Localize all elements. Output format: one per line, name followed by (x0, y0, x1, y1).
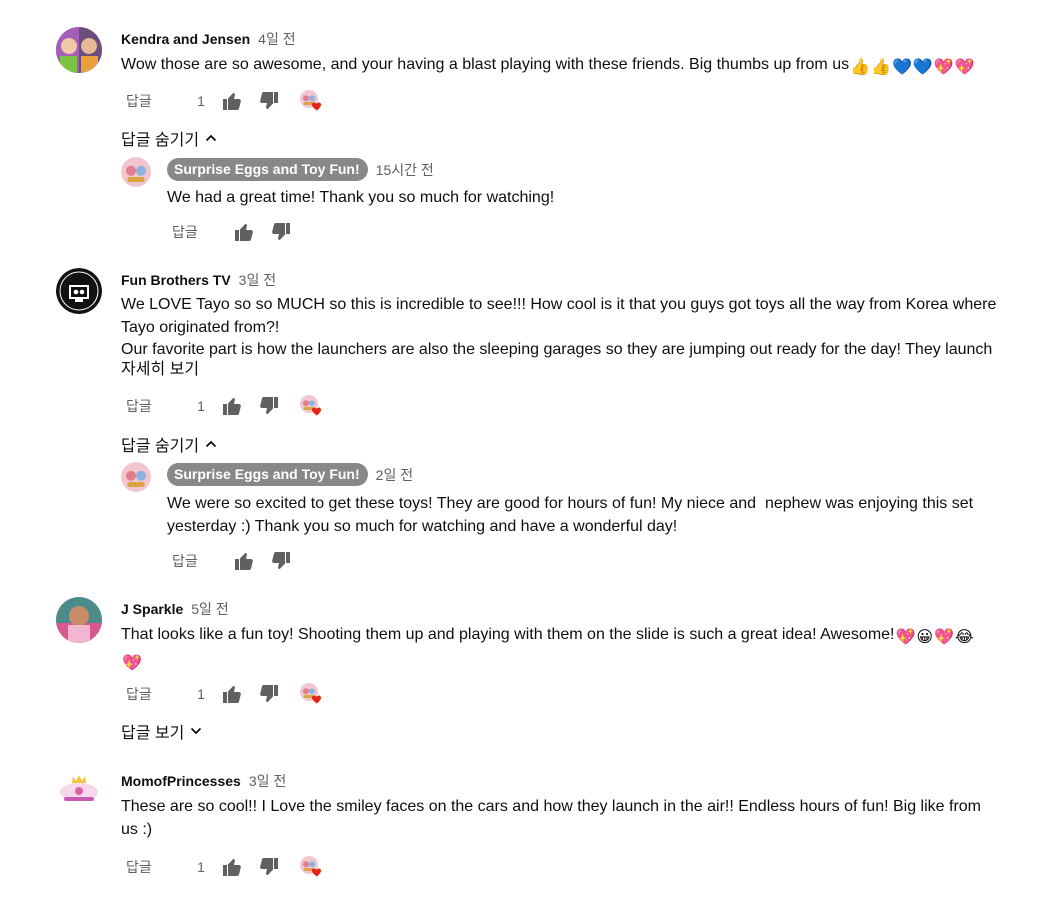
creator-author-chip[interactable]: Surprise Eggs and Toy Fun! (167, 158, 368, 181)
comment-text-body: That looks like a fun toy! Shooting them… (121, 626, 895, 643)
emoji-blue-heart-icon: 💙 (912, 59, 933, 76)
thumbs-down-icon[interactable] (269, 220, 293, 244)
like-count: 1 (197, 93, 205, 109)
creator-author-chip[interactable]: Surprise Eggs and Toy Fun! (167, 463, 368, 486)
hide-replies-label: 답글 숨기기 (121, 438, 200, 455)
reply-button[interactable]: 답글 (172, 551, 232, 571)
comment-actions: 답글 1 (126, 394, 322, 418)
read-more-link[interactable]: 자세히 보기 (121, 361, 199, 379)
emoji-heart-icon: 💖 (954, 59, 975, 76)
comment-author[interactable]: J Sparkle (121, 601, 183, 617)
thumbs-down-icon[interactable] (257, 855, 281, 879)
comment-timestamp[interactable]: 4일 전 (258, 29, 295, 49)
emoji-heart-icon: 💖 (895, 629, 916, 646)
comment-actions: 답글 1 (126, 855, 322, 879)
emoji-heart-icon: 💖 (122, 655, 142, 672)
reply-avatar[interactable] (121, 462, 151, 492)
comment-text: That looks like a fun toy! Shooting them… (121, 623, 1001, 675)
like-count: 1 (197, 398, 205, 414)
hide-replies-label: 답글 숨기기 (121, 132, 200, 149)
thumbs-down-icon[interactable] (269, 549, 293, 573)
thumbs-up-icon[interactable] (220, 394, 244, 418)
creator-heart-icon (300, 90, 322, 112)
thumbs-up-icon[interactable] (220, 89, 244, 113)
emoji-thumbs-up-icon: 👍 (871, 59, 891, 76)
comment-text: We LOVE Tayo so so MUCH so this is incre… (121, 296, 997, 358)
thumbs-down-icon[interactable] (257, 394, 281, 418)
commenter-avatar[interactable] (56, 769, 102, 815)
show-replies-label: 답글 보기 (121, 725, 185, 742)
comment-timestamp[interactable]: 3일 전 (249, 771, 286, 791)
reply-actions: 답글 (172, 549, 306, 573)
thumbs-down-icon[interactable] (257, 89, 281, 113)
thumbs-down-icon[interactable] (257, 682, 281, 706)
chevron-down-icon (191, 727, 202, 735)
comment-actions: 답글 1 (126, 682, 322, 706)
reply-text: We had a great time! Thank you so much f… (167, 189, 555, 206)
thumbs-up-icon[interactable] (220, 855, 244, 879)
hide-replies-toggle[interactable]: 답글 숨기기 (121, 126, 217, 150)
reply-button[interactable]: 답글 (126, 857, 186, 877)
commenter-avatar[interactable] (56, 597, 102, 643)
creator-heart-icon (300, 856, 322, 878)
reply-button[interactable]: 답글 (126, 684, 186, 704)
commenter-avatar[interactable] (56, 268, 102, 314)
emoji-laugh-icon: 😂 (955, 629, 974, 646)
reply-button[interactable]: 답글 (172, 222, 232, 242)
reply-avatar[interactable] (121, 157, 151, 187)
comment-author[interactable]: Fun Brothers TV (121, 272, 231, 288)
chevron-up-icon (205, 440, 217, 448)
emoji-blue-heart-icon: 💙 (891, 59, 912, 76)
comment-author[interactable]: MomofPrincesses (121, 773, 241, 789)
comment-actions: 답글 1 (126, 89, 322, 113)
thumbs-up-icon[interactable] (232, 549, 256, 573)
comment-author[interactable]: Kendra and Jensen (121, 31, 250, 47)
thumbs-up-icon[interactable] (220, 682, 244, 706)
comment-timestamp[interactable]: 5일 전 (191, 599, 228, 619)
reply-actions: 답글 (172, 220, 306, 244)
like-count: 1 (197, 859, 205, 875)
creator-heart-icon (300, 395, 322, 417)
chevron-up-icon (205, 134, 217, 142)
reply-timestamp[interactable]: 2일 전 (376, 465, 413, 485)
commenter-avatar[interactable] (56, 27, 102, 73)
reply-text: We were so excited to get these toys! Th… (167, 495, 978, 535)
emoji-smile-icon: 😀 (916, 629, 934, 646)
reply-timestamp[interactable]: 15시간 전 (376, 160, 434, 180)
show-replies-toggle[interactable]: 답글 보기 (121, 719, 202, 743)
comment-text: These are so cool!! I Love the smiley fa… (121, 798, 986, 838)
thumbs-up-icon[interactable] (232, 220, 256, 244)
hide-replies-toggle[interactable]: 답글 숨기기 (121, 432, 217, 456)
comment-text-body: Wow those are so awesome, and your havin… (121, 56, 850, 73)
reply-button[interactable]: 답글 (126, 91, 186, 111)
emoji-heart-icon: 💖 (933, 59, 954, 76)
reply-button[interactable]: 답글 (126, 396, 186, 416)
creator-heart-icon (300, 683, 322, 705)
emoji-heart-icon: 💖 (934, 629, 955, 646)
comment-timestamp[interactable]: 3일 전 (239, 270, 276, 290)
comment-text: Wow those are so awesome, and your havin… (121, 53, 1001, 79)
emoji-thumbs-up-icon: 👍 (850, 59, 871, 76)
like-count: 1 (197, 686, 205, 702)
